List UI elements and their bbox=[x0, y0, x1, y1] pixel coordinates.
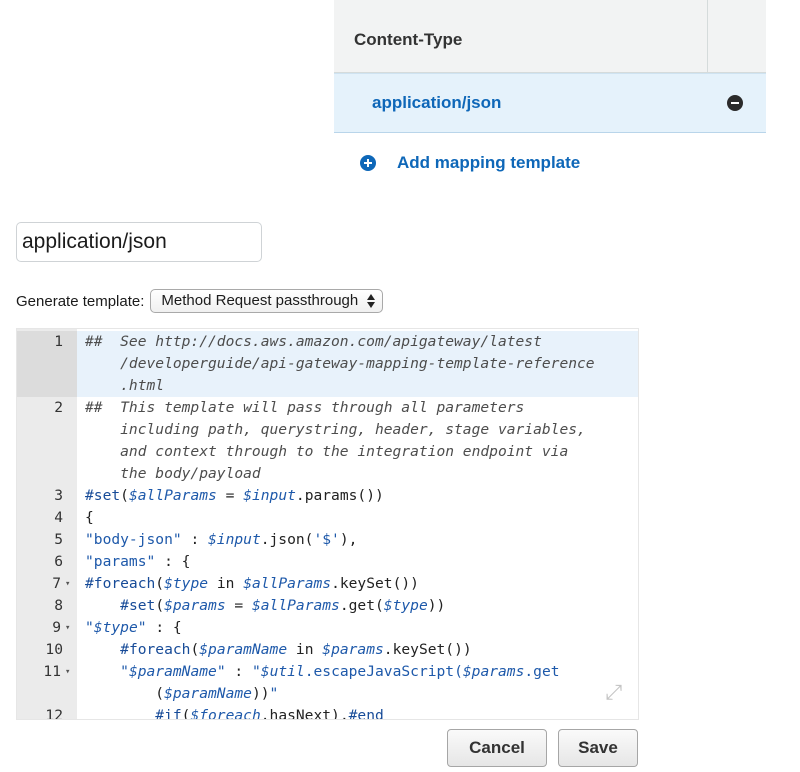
code-text[interactable]: ## This template will pass through all p… bbox=[77, 397, 638, 485]
code-text[interactable]: #set($allParams = $input.params()) bbox=[77, 485, 638, 507]
code-line[interactable]: 2 ## This template will pass through all … bbox=[17, 397, 638, 485]
line-number: 2 bbox=[54, 399, 63, 416]
code-text[interactable]: "$type" : { bbox=[77, 617, 638, 639]
line-number: 3 bbox=[54, 487, 63, 504]
add-circle-icon[interactable] bbox=[360, 155, 376, 171]
column-divider bbox=[707, 0, 708, 73]
content-type-header: Content-Type bbox=[334, 0, 766, 73]
code-text[interactable]: "params" : { bbox=[77, 551, 638, 573]
code-line[interactable]: 11 ▾ "$paramName" : "$util.escapeJavaScri… bbox=[17, 661, 638, 705]
code-text[interactable]: ## See http://docs.aws.amazon.com/apigat… bbox=[77, 331, 638, 397]
code-line[interactable]: 12 #if($foreach.hasNext),#end bbox=[17, 705, 638, 720]
line-number: 6 bbox=[54, 553, 63, 570]
code-text[interactable]: #if($foreach.hasNext),#end bbox=[77, 705, 638, 719]
generate-template-label: Generate template: bbox=[16, 292, 145, 310]
content-type-row-label[interactable]: application/json bbox=[372, 74, 501, 132]
fold-toggle-icon[interactable]: ▾ bbox=[65, 617, 70, 639]
select-arrows-icon bbox=[367, 293, 376, 309]
generate-template-row: Generate template: Method Request passth… bbox=[16, 288, 384, 314]
code-text[interactable]: "$paramName" : "$util.escapeJavaScript($… bbox=[77, 661, 638, 705]
generate-template-selected-value: Method Request passthrough bbox=[161, 292, 359, 309]
content-type-row[interactable]: application/json bbox=[334, 73, 766, 133]
code-text[interactable]: #foreach($type in $allParams.keySet()) bbox=[77, 573, 638, 595]
code-line[interactable]: 7 ▾ #foreach($type in $allParams.keySet()) bbox=[17, 573, 638, 595]
code-text[interactable]: "body-json" : $input.json('$'), bbox=[77, 529, 638, 551]
fold-toggle-icon[interactable]: ▾ bbox=[65, 573, 70, 595]
line-number: 8 bbox=[54, 597, 63, 614]
content-type-input[interactable] bbox=[16, 222, 262, 262]
mapping-template-code-editor[interactable]: 1 ## See http://docs.aws.amazon.com/apiga… bbox=[16, 328, 639, 720]
expand-editor-icon[interactable]: ⤢ bbox=[602, 681, 626, 705]
code-line[interactable]: 9 ▾ "$type" : { bbox=[17, 617, 638, 639]
line-number: 10 bbox=[45, 641, 63, 658]
line-number: 12 bbox=[45, 707, 63, 720]
add-mapping-template-link[interactable]: Add mapping template bbox=[360, 150, 580, 176]
code-line[interactable]: 5 "body-json" : $input.json('$'), bbox=[17, 529, 638, 551]
code-text[interactable]: { bbox=[77, 507, 638, 529]
content-type-table: Content-Type application/json bbox=[334, 0, 766, 133]
remove-circle-icon[interactable] bbox=[727, 95, 743, 111]
content-type-column-header: Content-Type bbox=[354, 30, 463, 49]
line-number: 4 bbox=[54, 509, 63, 526]
cancel-button[interactable]: Cancel bbox=[447, 729, 547, 767]
add-mapping-template-label[interactable]: Add mapping template bbox=[397, 153, 580, 173]
line-number: 5 bbox=[54, 531, 63, 548]
code-text[interactable]: #set($params = $allParams.get($type)) bbox=[77, 595, 638, 617]
code-line[interactable]: 3 #set($allParams = $input.params()) bbox=[17, 485, 638, 507]
code-line[interactable]: 6 "params" : { bbox=[17, 551, 638, 573]
fold-toggle-icon[interactable]: ▾ bbox=[65, 661, 70, 683]
code-line[interactable]: 8 #set($params = $allParams.get($type)) bbox=[17, 595, 638, 617]
code-line[interactable]: 4{ bbox=[17, 507, 638, 529]
code-line[interactable]: 10 #foreach($paramName in $params.keySet… bbox=[17, 639, 638, 661]
save-button[interactable]: Save bbox=[558, 729, 638, 767]
line-number: 1 bbox=[17, 331, 77, 397]
code-text[interactable]: #foreach($paramName in $params.keySet()) bbox=[77, 639, 638, 661]
code-line[interactable]: 1 ## See http://docs.aws.amazon.com/apiga… bbox=[17, 331, 638, 397]
generate-template-select[interactable]: Method Request passthrough bbox=[150, 289, 384, 313]
